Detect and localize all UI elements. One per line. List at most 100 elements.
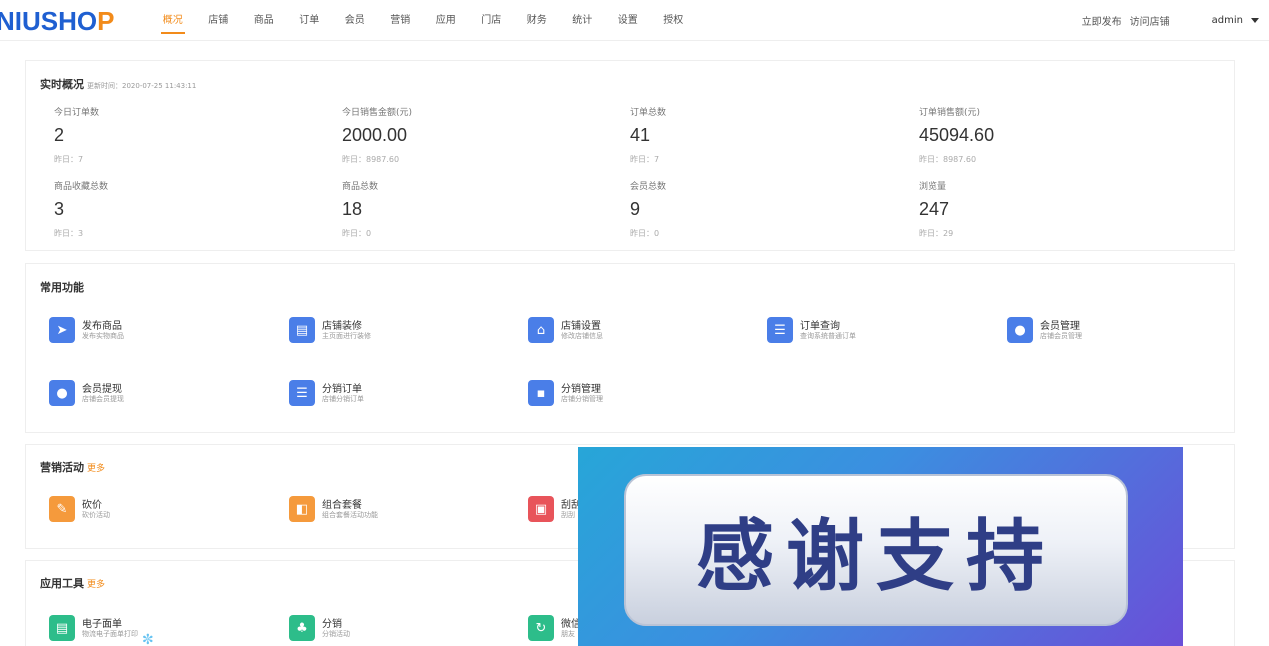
stat-label: 今日销售金额(元) [342,108,413,118]
tools-title: 应用工具 更多 [40,575,105,591]
nav-stores[interactable]: 门店 [469,0,515,41]
stat-label: 商品收藏总数 [54,182,109,192]
nav-marketing[interactable]: 营销 [378,0,424,41]
logo[interactable]: NIUSHOP [0,6,114,37]
func-name: 分销管理 [561,384,601,395]
list-icon: ☰ [289,380,315,406]
thanks-banner: 感谢支持 [578,447,1183,646]
func-name: 会员管理 [1040,321,1080,332]
stat-value: 41 [630,125,651,145]
stat-value: 9 [630,199,641,219]
func-name: 订单查询 [800,321,840,332]
stat-today-orders: 今日订单数 2 昨日：7 [54,105,99,165]
top-navbar: NIUSHOP 概况 店铺 商品 订单 会员 营销 应用 门店 财务 统计 设置… [0,0,1269,41]
update-time: 更新时间：2020-07-25 11:43:11 [87,82,197,90]
func-name: 电子面单 [82,619,122,630]
func-desc: 刮刮 [561,511,575,519]
stat-yesterday: 昨日：7 [54,155,84,164]
nav-settings[interactable]: 设置 [605,0,651,41]
stat-label: 会员总数 [630,182,667,192]
visit-shop-link[interactable]: 访问店铺 [1130,13,1170,28]
stat-label: 订单销售额(元) [919,108,981,118]
send-icon: ➤ [49,317,75,343]
stat-yesterday: 昨日：0 [342,229,372,238]
func-desc: 店铺会员提现 [82,395,124,403]
func-desc: 分销活动 [322,630,350,638]
user-menu[interactable]: admin [1204,15,1259,26]
nav-overview[interactable]: 概况 [150,0,196,41]
func-desc: 砍价活动 [82,511,110,519]
refresh-icon: ↻ [528,615,554,641]
stat-today-sales: 今日销售金额(元) 2000.00 昨日：8987.60 [342,105,412,165]
nav-goods[interactable]: 商品 [241,0,287,41]
func-name: 组合套餐 [322,500,362,511]
stat-label: 今日订单数 [54,108,100,118]
func-name: 分销订单 [322,384,362,395]
logo-main: NIUSHO [0,6,98,36]
member-icon: ● [1007,317,1033,343]
func-name: 砍价 [82,500,102,511]
stat-total-goods: 商品总数 18 昨日：0 [342,179,378,239]
fenxiao-icon: ♣ [289,615,315,641]
stat-value: 2 [54,125,65,145]
nav-shop[interactable]: 店铺 [196,0,242,41]
order-icon: ☰ [767,317,793,343]
nav-statistics[interactable]: 统计 [560,0,606,41]
stat-value: 2000.00 [342,125,408,145]
stat-yesterday: 昨日：8987.60 [342,155,400,164]
func-desc: 发布实物商品 [82,332,124,340]
top-right-links: 立即发布 访问店铺 admin [1074,0,1259,41]
stat-order-sales: 订单销售额(元) 45094.60 昨日：8987.60 [919,105,994,165]
func-desc: 店铺会员管理 [1040,332,1082,340]
func-name: 发布商品 [82,321,122,332]
banner-plate: 感谢支持 [624,474,1128,626]
marketing-more-link[interactable]: 更多 [87,464,105,474]
combo-icon: ◧ [289,496,315,522]
scratch-icon: ▣ [528,496,554,522]
stat-page-views: 浏览量 247 昨日：29 [919,179,953,239]
tools-more-link[interactable]: 更多 [87,580,105,590]
stat-yesterday: 昨日：29 [919,229,954,238]
stat-value: 3 [54,199,65,219]
func-desc: 修改店铺信息 [561,332,603,340]
stat-value: 247 [919,199,950,219]
func-name: 店铺装修 [322,321,362,332]
func-desc: 朋友 [561,630,575,638]
func-desc: 物流电子面单打印 [82,630,138,638]
main-nav: 概况 店铺 商品 订单 会员 营销 应用 门店 财务 统计 设置 授权 [150,0,696,41]
tools-title-text: 应用工具 [40,577,84,590]
stat-yesterday: 昨日：0 [630,229,660,238]
banner-text: 感谢支持 [695,512,1056,602]
stat-total-members: 会员总数 9 昨日：0 [630,179,666,239]
sparkle-icon: ✼ [142,632,154,646]
overview-panel: 实时概况 更新时间：2020-07-25 11:43:11 今日订单数 2 昨日：… [25,60,1235,251]
publish-link[interactable]: 立即发布 [1082,13,1122,28]
nav-members[interactable]: 会员 [332,0,378,41]
stat-label: 订单总数 [630,108,667,118]
nav-apps[interactable]: 应用 [423,0,469,41]
bargain-icon: ✎ [49,496,75,522]
func-desc: 店铺分销管理 [561,395,603,403]
stat-yesterday: 昨日：3 [54,229,84,238]
func-name: 分销 [322,619,342,630]
stat-yesterday: 昨日：8987.60 [919,155,977,164]
logo-accent: P [97,6,115,36]
withdraw-icon: ● [49,380,75,406]
waybill-icon: ▤ [49,615,75,641]
func-desc: 主页面进行装修 [322,332,371,340]
func-desc: 店铺分销订单 [322,395,364,403]
nav-orders[interactable]: 订单 [287,0,333,41]
overview-title: 实时概况 更新时间：2020-07-25 11:43:11 [40,76,196,92]
func-name: 店铺设置 [561,321,601,332]
nav-finance[interactable]: 财务 [514,0,560,41]
stat-yesterday: 昨日：7 [630,155,660,164]
stat-total-orders: 订单总数 41 昨日：7 [630,105,666,165]
common-functions-panel: 常用功能 ➤ 发布商品 发布实物商品 ▤ 店铺装修 主页面进行装修 ⌂ 店铺设置… [25,263,1235,433]
stat-label: 浏览量 [919,182,947,192]
nav-authorize[interactable]: 授权 [651,0,697,41]
shop-icon: ⌂ [528,317,554,343]
marketing-title: 营销活动 更多 [40,459,105,475]
distribution-icon: ▪ [528,380,554,406]
chevron-down-icon [1251,17,1259,23]
common-title: 常用功能 [40,281,84,294]
